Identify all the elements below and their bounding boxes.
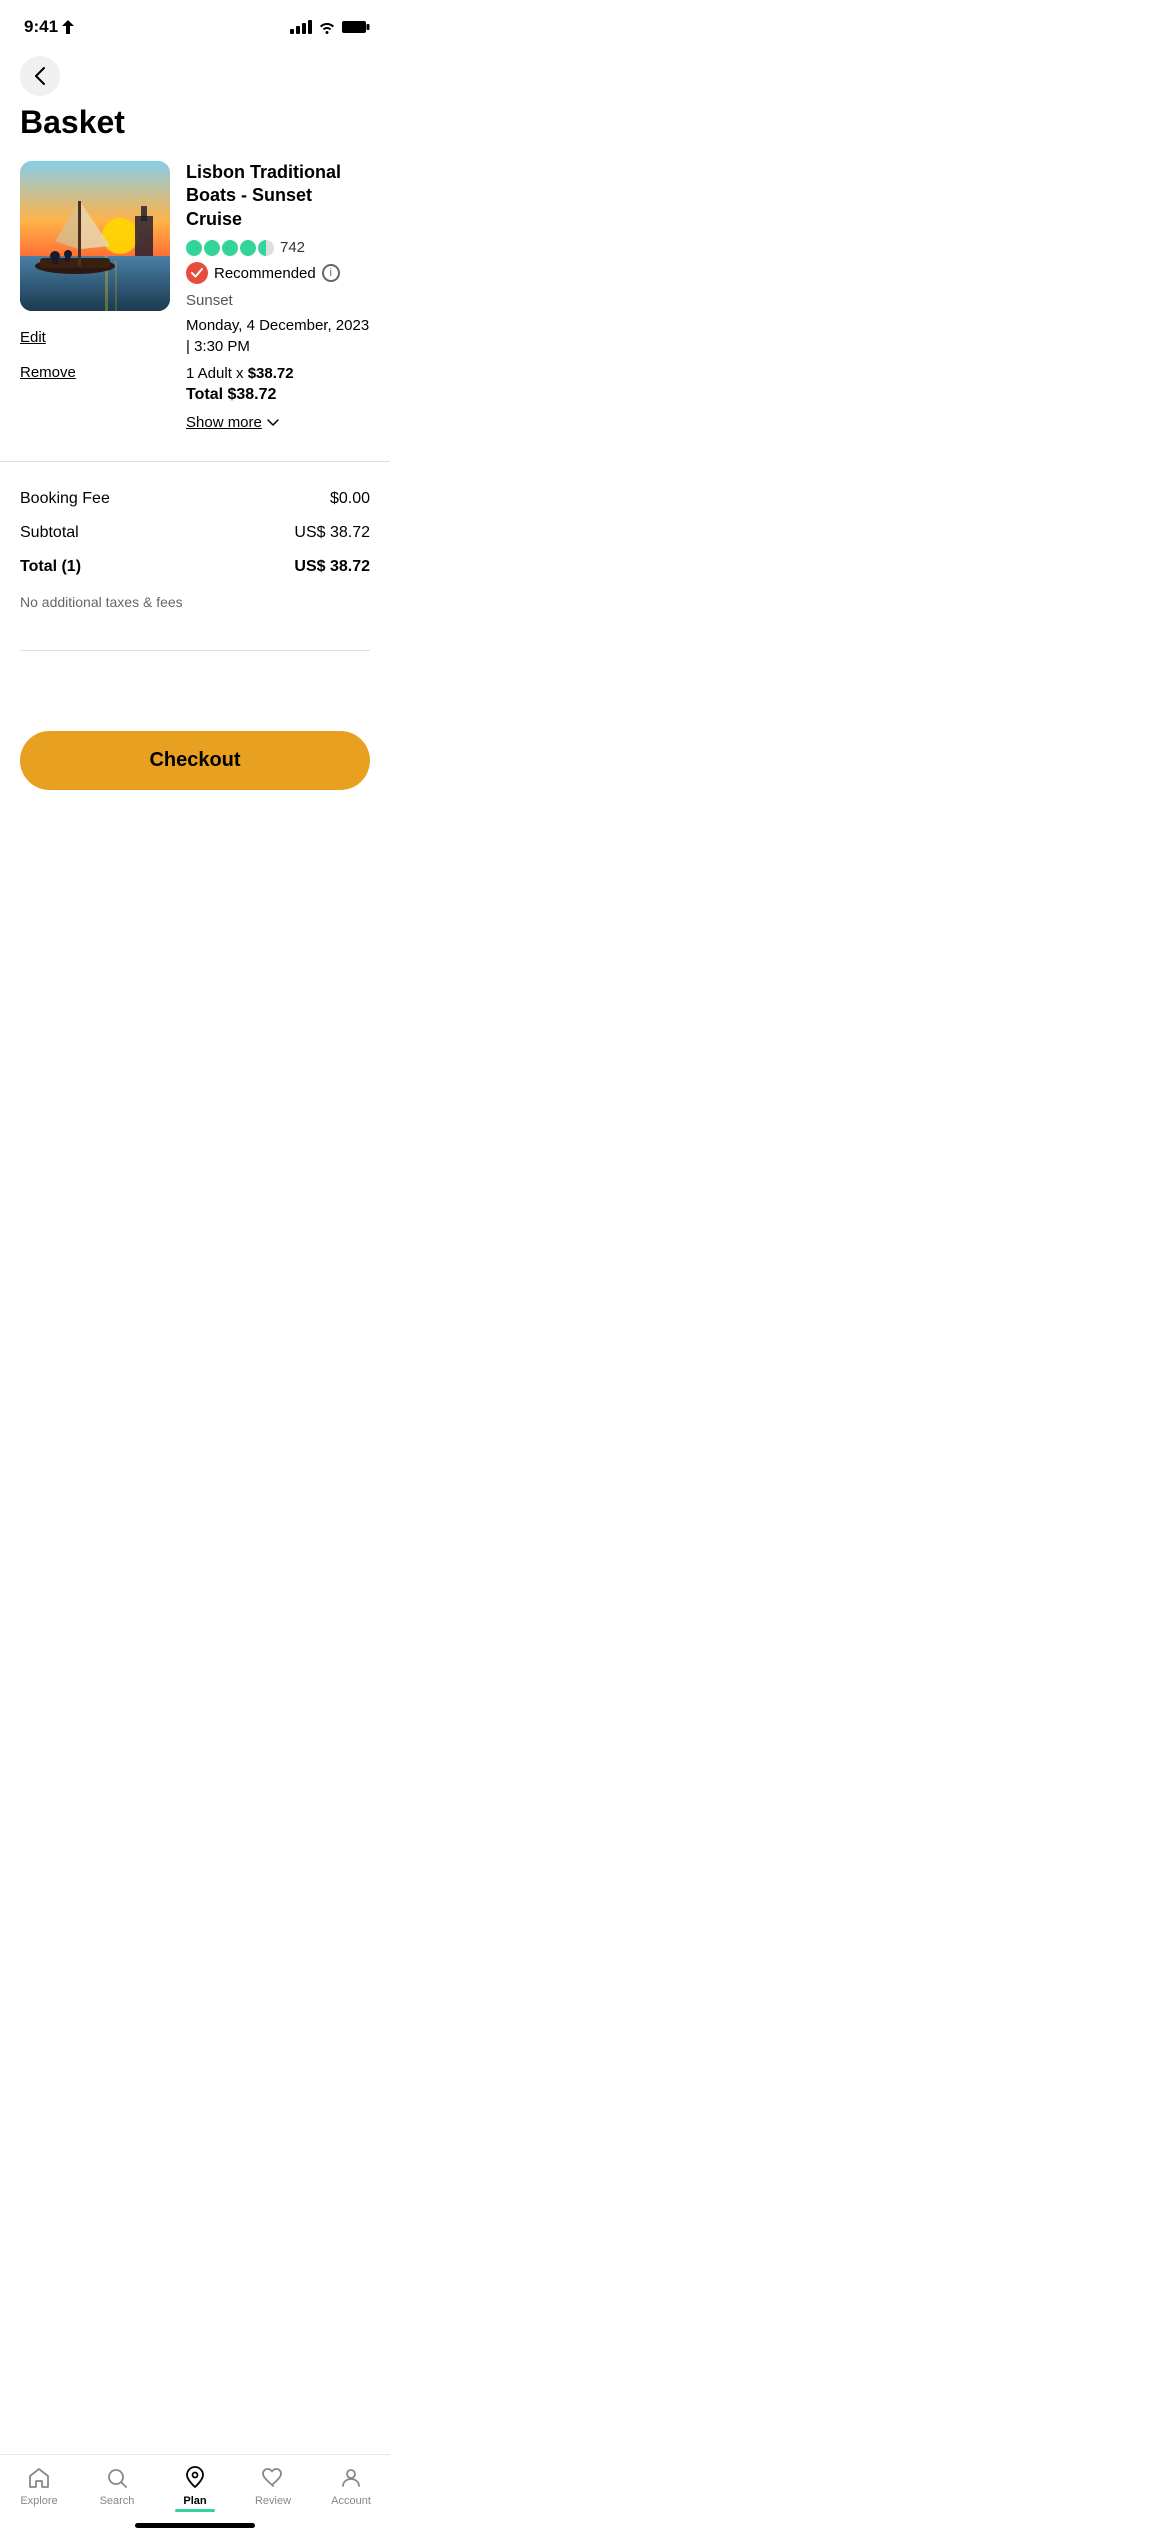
subtotal-row: Subtotal US$ 38.72 [20, 516, 370, 550]
star-2 [204, 240, 220, 256]
rating-row: 742 [186, 239, 370, 256]
page-title: Basket [0, 100, 390, 161]
explore-label: Explore [20, 2495, 57, 2507]
tour-date: Monday, 4 December, 2023 | 3:30 PM [186, 315, 370, 357]
tour-type: Sunset [186, 292, 370, 309]
star-1 [186, 240, 202, 256]
nav-item-account[interactable]: Account [321, 2465, 381, 2507]
booking-fee-label: Booking Fee [20, 490, 110, 508]
show-more-button[interactable]: Show more [186, 414, 370, 431]
star-3 [222, 240, 238, 256]
unit-price: $38.72 [248, 365, 294, 382]
recommended-badge-icon [186, 262, 208, 284]
total-row: Total (1) US$ 38.72 [20, 550, 370, 584]
nav-item-explore[interactable]: Explore [9, 2465, 69, 2507]
booking-title: Lisbon Traditional Boats - Sunset Cruise [186, 161, 370, 231]
plan-active-indicator [175, 2509, 215, 2512]
info-icon[interactable]: i [322, 264, 340, 282]
recommended-row: Recommended i [186, 262, 370, 284]
search-label: Search [100, 2495, 135, 2507]
account-icon [338, 2465, 364, 2491]
status-bar: 9:41 [0, 0, 390, 48]
checkout-button[interactable]: Checkout [20, 731, 370, 790]
subtotal-label: Subtotal [20, 524, 79, 542]
nav-item-review[interactable]: Review [243, 2465, 303, 2507]
edit-button[interactable]: Edit [20, 329, 46, 346]
total-label: Total (1) [20, 558, 81, 576]
booking-card: Edit Remove Lisbon Traditional Boats - S… [0, 161, 390, 451]
star-5 [258, 240, 274, 256]
back-button[interactable] [20, 56, 60, 96]
recommended-label: Recommended [214, 265, 316, 282]
nav-item-search[interactable]: Search [87, 2465, 147, 2507]
battery-icon [342, 20, 370, 34]
remove-button[interactable]: Remove [20, 364, 76, 381]
booking-fee-value: $0.00 [330, 490, 370, 508]
status-icons [290, 20, 370, 34]
plan-label: Plan [183, 2495, 206, 2507]
status-time: 9:41 [24, 17, 74, 37]
summary-section: Booking Fee $0.00 Subtotal US$ 38.72 Tot… [0, 461, 390, 650]
booking-total: Total $38.72 [186, 386, 370, 404]
taxes-note: No additional taxes & fees [20, 584, 370, 640]
booking-image [20, 161, 170, 311]
star-rating [186, 240, 274, 256]
wifi-icon [318, 20, 336, 34]
home-indicator [135, 2523, 255, 2528]
review-label: Review [255, 2495, 291, 2507]
total-value: US$ 38.72 [294, 558, 370, 576]
price-row: 1 Adult x $38.72 [186, 365, 370, 382]
account-label: Account [331, 2495, 371, 2507]
subtotal-value: US$ 38.72 [294, 524, 370, 542]
plan-icon [182, 2465, 208, 2491]
review-count: 742 [280, 239, 305, 256]
booking-details: Lisbon Traditional Boats - Sunset Cruise… [186, 161, 370, 431]
checkout-section: Checkout [0, 711, 390, 800]
star-4 [240, 240, 256, 256]
review-icon [260, 2465, 286, 2491]
signal-icon [290, 20, 312, 34]
nav-item-plan[interactable]: Plan [165, 2465, 225, 2512]
explore-icon [26, 2465, 52, 2491]
search-icon [104, 2465, 130, 2491]
booking-fee-row: Booking Fee $0.00 [20, 482, 370, 516]
